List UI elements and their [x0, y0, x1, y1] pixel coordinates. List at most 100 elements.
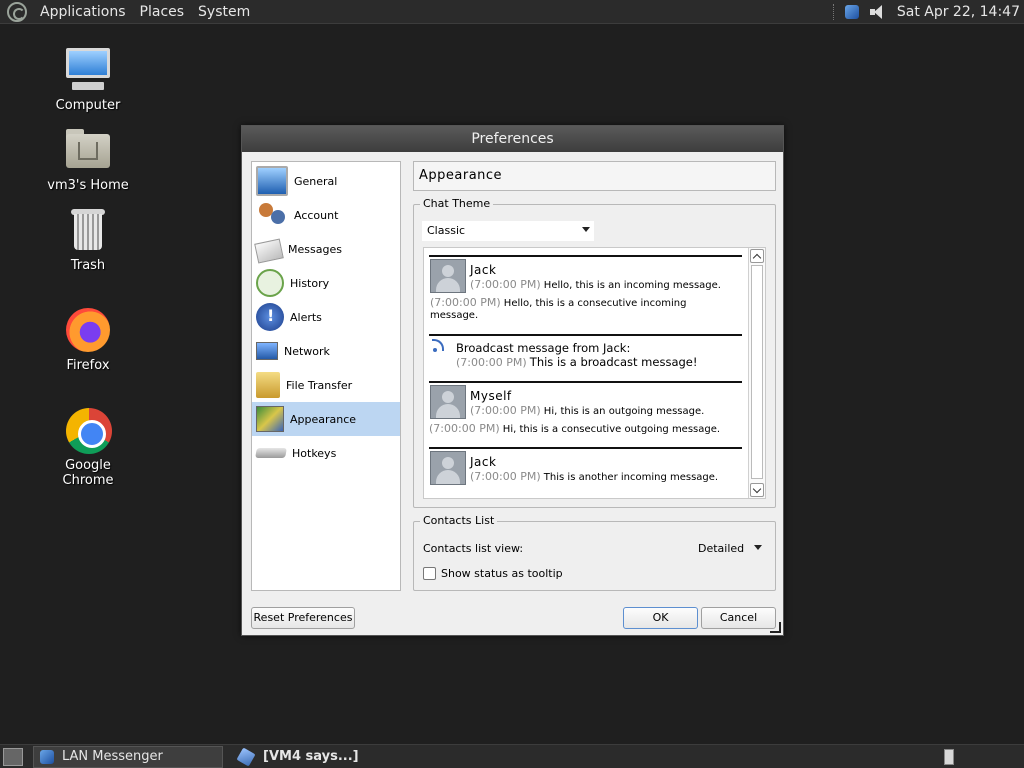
desktop-icon-firefox[interactable]: Firefox: [38, 306, 138, 373]
bottom-panel: LAN Messenger [VM4 says...]: [0, 744, 1024, 768]
show-status-tooltip-checkbox[interactable]: [423, 567, 436, 580]
workspace-switcher[interactable]: [944, 748, 954, 765]
sidebar-item-label: Messages: [288, 242, 342, 256]
message-line: (7:00:00 PM) Hello, this is an incoming …: [470, 278, 721, 291]
menu-applications[interactable]: Applications: [33, 4, 133, 20]
chat-theme-group: Chat Theme Classic Jack (7:00:00 PM) Hel…: [413, 197, 776, 508]
menu-system[interactable]: System: [191, 4, 257, 20]
desktop-icon-label: Firefox: [66, 358, 110, 373]
monitor-icon: [256, 166, 288, 196]
broadcast-title: Broadcast message from Jack:: [456, 341, 631, 355]
sidebar-item-label: File Transfer: [286, 378, 353, 392]
info-icon: [256, 303, 284, 331]
contacts-list-group: Contacts List Contacts list view: Detail…: [413, 514, 776, 591]
desktop-icon-trash[interactable]: Trash: [38, 206, 138, 273]
sidebar-item-alerts[interactable]: Alerts: [252, 300, 400, 334]
menu-places[interactable]: Places: [133, 4, 192, 20]
message-text: Hi, this is an outgoing message.: [543, 406, 705, 417]
message-line: message.: [430, 310, 478, 321]
contacts-view-value: Detailed: [698, 542, 745, 555]
desktop-icon-label: Google Chrome: [62, 458, 114, 488]
desktop-icon-label: Trash: [70, 258, 106, 273]
sidebar-item-network[interactable]: Network: [252, 334, 400, 368]
scrollbar-thumb[interactable]: [751, 265, 763, 479]
desktop-icon-computer[interactable]: Computer: [38, 46, 138, 113]
sidebar-item-label: Network: [284, 344, 330, 358]
message-block-broadcast: Broadcast message from Jack: (7:00:00 PM…: [429, 334, 742, 380]
message-line: (7:00:00 PM) This is another incoming me…: [470, 470, 718, 483]
show-desktop-button[interactable]: [3, 747, 23, 766]
task-vm4-says[interactable]: [VM4 says...]: [233, 746, 359, 768]
task-lan-messenger[interactable]: LAN Messenger: [33, 745, 223, 768]
sidebar-item-hotkeys[interactable]: Hotkeys: [252, 436, 400, 470]
sidebar-item-account[interactable]: Account: [252, 198, 400, 232]
broadcast-icon: [432, 339, 446, 353]
volume-icon[interactable]: [869, 4, 887, 20]
message-text: message.: [430, 310, 479, 321]
desktop-icon-home[interactable]: vm3's Home: [38, 126, 138, 193]
dialog-titlebar[interactable]: Preferences: [242, 126, 783, 152]
reset-preferences-button[interactable]: Reset Preferences: [251, 607, 355, 629]
avatar: [430, 385, 466, 419]
sidebar-item-general[interactable]: General: [252, 164, 400, 198]
task-label: LAN Messenger: [62, 749, 163, 764]
message-time: (7:00:00 PM): [470, 278, 541, 291]
message-block-outgoing: Myself (7:00:00 PM) Hi, this is an outgo…: [429, 381, 742, 447]
clock-icon: [256, 269, 284, 297]
chat-theme-select[interactable]: Classic: [422, 221, 594, 241]
desktop-icon-chrome[interactable]: Google Chrome: [38, 406, 138, 488]
page-title: Appearance: [413, 161, 776, 191]
sidebar-item-label: Appearance: [290, 412, 357, 426]
computer-icon: [64, 46, 112, 94]
sidebar-item-messages[interactable]: Messages: [252, 232, 400, 266]
message-line: (7:00:00 PM) Hi, this is a consecutive o…: [429, 422, 720, 435]
sidebar-item-history[interactable]: History: [252, 266, 400, 300]
message-time: (7:00:00 PM): [430, 296, 501, 309]
sidebar-item-label: Hotkeys: [292, 446, 337, 460]
sidebar-item-appearance[interactable]: Appearance: [252, 402, 400, 436]
lan-messenger-tray-icon[interactable]: [844, 4, 859, 19]
ok-button[interactable]: OK: [623, 607, 698, 629]
message-block-incoming: Jack (7:00:00 PM) Hello, this is an inco…: [429, 255, 742, 333]
message-text: This is another incoming message.: [543, 472, 719, 483]
chat-theme-value: Classic: [427, 224, 466, 237]
avatar: [430, 451, 466, 485]
show-status-tooltip-option[interactable]: Show status as tooltip: [423, 567, 563, 580]
resize-grip-icon[interactable]: [769, 621, 783, 635]
message-time: (7:00:00 PM): [470, 470, 541, 483]
system-logo-icon[interactable]: [7, 1, 27, 22]
chrome-icon: [64, 406, 112, 454]
scroll-up-icon[interactable]: [750, 249, 764, 263]
cancel-button[interactable]: Cancel: [701, 607, 776, 629]
trash-icon: [64, 206, 112, 254]
sidebar-item-file-transfer[interactable]: File Transfer: [252, 368, 400, 402]
message-line: (7:00:00 PM) Hello, this is a consecutiv…: [430, 296, 686, 309]
contacts-view-label: Contacts list view:: [423, 542, 524, 555]
message-sender: Jack: [470, 455, 497, 469]
preferences-page: Appearance Chat Theme Classic Jack (7:00…: [413, 161, 776, 591]
message-sender: Myself: [470, 389, 512, 403]
clock[interactable]: Sat Apr 22, 14:47: [897, 4, 1020, 20]
appearance-icon: [256, 406, 284, 432]
keyboard-icon: [255, 448, 287, 458]
scroll-down-icon[interactable]: [750, 483, 764, 497]
network-icon: [256, 342, 278, 360]
message-block-incoming: Jack (7:00:00 PM) This is another incomi…: [429, 447, 742, 493]
chevron-down-icon: [582, 227, 590, 232]
message-sender: Jack: [470, 263, 497, 277]
contacts-view-select[interactable]: Detailed: [694, 539, 766, 559]
sidebar-item-label: Account: [294, 208, 339, 222]
lan-messenger-icon: [40, 749, 54, 764]
preview-scrollbar[interactable]: [748, 248, 765, 498]
message-time: (7:00:00 PM): [456, 356, 527, 369]
sidebar-item-label: General: [294, 174, 338, 188]
sidebar-item-label: Alerts: [290, 310, 322, 324]
chevron-down-icon: [754, 545, 762, 550]
message-text: Hi, this is a consecutive outgoing messa…: [502, 424, 721, 435]
task-label: [VM4 says...]: [263, 749, 359, 764]
group-label: Chat Theme: [420, 197, 494, 210]
top-panel: Applications Places System Sat Apr 22, 1…: [0, 0, 1024, 24]
message-text: This is a broadcast message!: [529, 355, 698, 369]
envelope-icon: [254, 238, 284, 264]
desktop-icon-label: Computer: [55, 98, 121, 113]
